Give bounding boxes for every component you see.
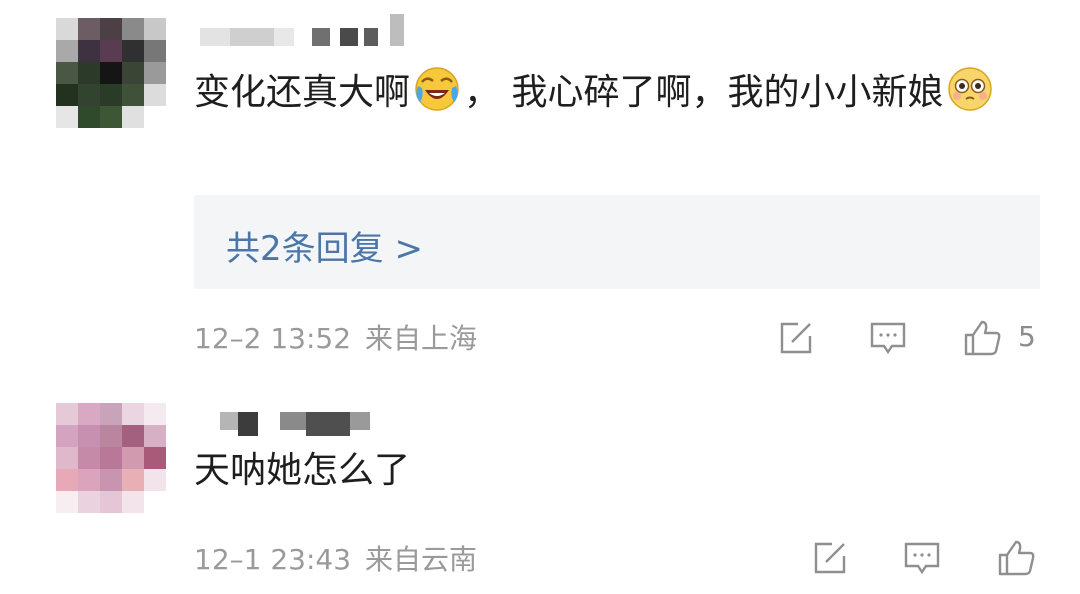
avatar[interactable] (56, 18, 166, 128)
comment-icon[interactable] (868, 318, 908, 358)
comment-text: 天呐她怎么了 (194, 450, 411, 491)
comment-meta: 12–2 13:52 来自上海 (194, 317, 491, 357)
pleading-emoji-icon (947, 66, 993, 112)
comment-time: 12–1 23:43 (194, 543, 352, 576)
comment-location: 来自云南 (365, 543, 478, 576)
comment-meta: 12–1 23:43 来自云南 (194, 538, 491, 578)
comment-location: 来自上海 (365, 322, 478, 355)
view-replies-link[interactable]: 共2条回复 > (226, 221, 423, 270)
comment-icon[interactable] (902, 538, 942, 578)
comment-text-part: ， 我心碎了啊，我的小小新娘 (464, 72, 944, 113)
replies-box[interactable]: 共2条回复 > (194, 195, 1040, 289)
laugh-cry-emoji-icon (414, 66, 460, 112)
comment-text-part: 变化还真大啊 (194, 72, 411, 113)
share-icon[interactable] (776, 318, 816, 358)
comment-item: 变化还真大啊 ， 我心碎了啊，我的小小新娘 共2条回复 > 12–2 13:52… (0, 0, 1080, 380)
comment-item: 天呐她怎么了 12–1 23:43 来自云南 (0, 392, 1080, 594)
like-icon[interactable] (962, 318, 1002, 358)
comment-time: 12–2 13:52 (194, 322, 352, 355)
like-icon[interactable] (996, 538, 1036, 578)
like-count: 5 (1018, 320, 1036, 353)
avatar[interactable] (56, 403, 166, 513)
share-icon[interactable] (810, 538, 850, 578)
comment-text: 变化还真大啊 ， 我心碎了啊，我的小小新娘 (194, 62, 1044, 124)
